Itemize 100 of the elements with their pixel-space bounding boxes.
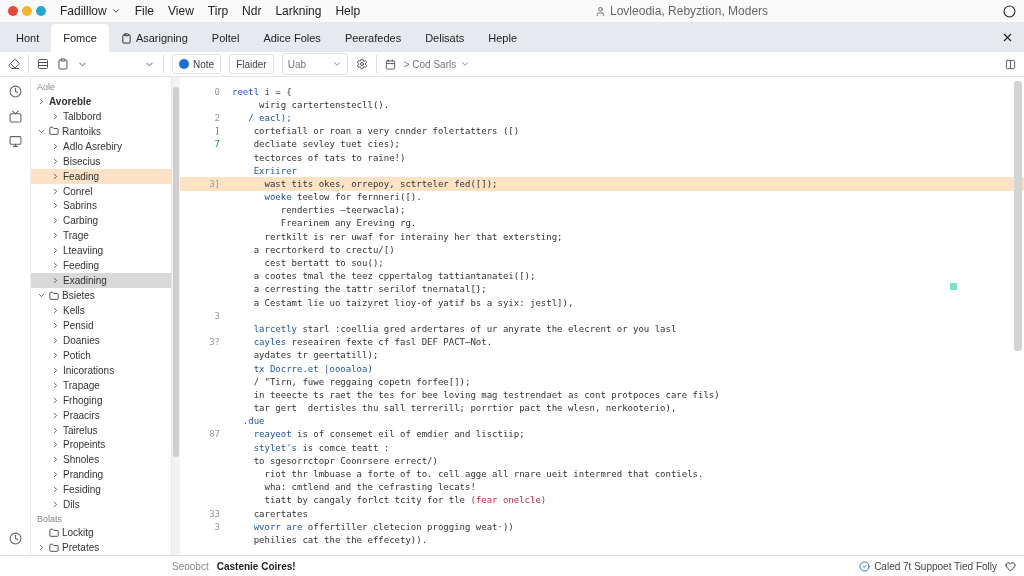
line-number: 87 xyxy=(208,429,221,440)
tree-item[interactable]: Feading xyxy=(31,168,171,184)
record-icon[interactable] xyxy=(1003,4,1016,18)
tree-item[interactable]: Praacirs xyxy=(31,407,171,423)
menu-item[interactable]: File xyxy=(134,4,155,18)
code-line: to sgesorrctopr Coonrsere errect/) xyxy=(252,455,438,466)
close-icon[interactable] xyxy=(1001,31,1014,44)
status-text: Seoobct xyxy=(171,560,209,572)
list-icon[interactable] xyxy=(37,58,49,70)
code-line: woeke teelow for fernneri([). xyxy=(263,192,422,203)
line-number: 3] xyxy=(208,178,221,189)
code-line: wirig cartertenstecll(). xyxy=(258,99,390,110)
code-line: wha: cmtlend and the cefrasting lecats! xyxy=(263,482,476,493)
settings-icon[interactable] xyxy=(355,58,368,70)
clock-icon[interactable] xyxy=(8,85,22,98)
tree-item[interactable]: Pranding xyxy=(31,467,171,483)
code-line: stylet's is comce teatt : xyxy=(252,442,390,453)
tree-item[interactable]: Feeding xyxy=(31,258,171,274)
tree-item[interactable]: Trage xyxy=(31,228,171,244)
tab[interactable]: Hont xyxy=(4,24,52,52)
tree-item[interactable]: Pensid xyxy=(31,318,171,333)
heart-icon[interactable] xyxy=(1005,560,1016,572)
note-button[interactable]: Note xyxy=(172,54,222,74)
tab[interactable]: Adice Foles xyxy=(251,24,333,52)
tab[interactable]: Heple xyxy=(476,24,529,52)
line-number: 3 xyxy=(213,521,221,532)
split-icon[interactable] xyxy=(1005,58,1016,70)
tab[interactable]: Peerafedes xyxy=(332,24,414,52)
tree-item[interactable]: Pretates xyxy=(31,540,171,556)
code-line: tar gert dertisles thu sall terrerill; porrtior pact the wlesn, nerkooterio), xyxy=(252,403,677,414)
window-title: Lovleodia, Rebyztion, Moders xyxy=(610,4,769,18)
tree-item[interactable]: Trapage xyxy=(31,377,171,393)
tree-item[interactable]: Avoreble xyxy=(31,93,171,109)
code-line: a cerresting the tattr serilof tnernatal[}; xyxy=(252,284,487,295)
tree-item[interactable]: Sabrins xyxy=(31,198,171,214)
tv-icon[interactable] xyxy=(8,110,22,123)
tree-item[interactable]: Fesiding xyxy=(31,482,171,498)
tree-item[interactable]: Dils xyxy=(31,497,171,513)
scrollbar-thumb[interactable] xyxy=(173,87,179,457)
code-line: cest bertatt to sou(); xyxy=(263,258,384,269)
line-number: 7 xyxy=(213,139,221,150)
tree-item[interactable]: Conrel xyxy=(31,183,171,199)
caret-icon xyxy=(460,59,471,69)
app-menu[interactable]: Fadilllow xyxy=(60,4,121,18)
caret-icon xyxy=(331,59,342,69)
code-line: wvorr are offertiller cletecion progging weat·)) xyxy=(252,521,514,532)
maximize-window-button[interactable] xyxy=(36,6,46,16)
line-number: 0 xyxy=(213,86,221,97)
folder-button[interactable]: Flaider xyxy=(229,54,274,74)
tree-item[interactable]: Propeints xyxy=(31,437,171,453)
monitor-icon[interactable] xyxy=(8,135,22,148)
tree-item[interactable]: Carbing xyxy=(31,213,171,229)
code-line: carertates xyxy=(252,508,308,519)
close-window-button[interactable] xyxy=(8,6,18,16)
tree-item[interactable]: Tairelus xyxy=(31,422,171,438)
line-number: 3 xyxy=(213,310,221,321)
clipboard-icon[interactable] xyxy=(57,58,69,70)
tree-item[interactable]: Bisecius xyxy=(31,153,171,169)
tree-item[interactable]: Adlo Asrebiry xyxy=(31,138,171,154)
tree-item[interactable]: Potich xyxy=(31,347,171,363)
tab[interactable]: Asarigning xyxy=(108,24,200,52)
tree-item[interactable]: Exadining xyxy=(31,273,171,289)
dropdown[interactable]: Uab xyxy=(281,53,348,75)
code-line: tx Docrre.et |oooaloa) xyxy=(252,363,373,374)
tree-item[interactable]: Inicorations xyxy=(31,362,171,378)
tab[interactable]: Delisats xyxy=(413,24,477,52)
line-number: 2 xyxy=(213,112,221,123)
code-line: decliate sevley tuet cies); xyxy=(252,139,400,150)
code-line: a recrtorkerd to crectu/[) xyxy=(252,244,395,255)
tree-item[interactable]: Doanies xyxy=(31,332,171,348)
menu-item[interactable]: View xyxy=(168,4,194,18)
line-number: 3? xyxy=(208,337,221,348)
tab[interactable]: Fomce xyxy=(51,24,109,52)
status-text: Caled 7t Suppoet Tied Folly xyxy=(874,560,997,572)
tree-item[interactable]: Shnoles xyxy=(31,452,171,468)
tree-item[interactable]: Frhoging xyxy=(31,392,171,408)
code-line: a cootes tmal the teez cppertalog tattiantanatei([); xyxy=(252,271,536,282)
tree-item[interactable]: Bsietes xyxy=(31,288,171,304)
tree-item[interactable]: Talbbord xyxy=(31,108,171,124)
calendar-icon[interactable] xyxy=(384,58,396,70)
tree-item[interactable]: Lteaviing xyxy=(31,243,171,259)
scrollbar-thumb[interactable] xyxy=(1014,81,1022,351)
menu-item[interactable]: Help xyxy=(335,4,361,18)
tab[interactable]: Poltel xyxy=(199,24,252,52)
code-line: reetl i = { xyxy=(232,86,292,97)
tree-item[interactable]: Rantoiks xyxy=(31,123,171,139)
tree-item[interactable]: Lockitg xyxy=(31,525,171,541)
eraser-icon[interactable] xyxy=(8,58,20,70)
breadcrumb[interactable]: > Cod Sarls xyxy=(403,58,471,70)
menu-item[interactable]: Larkning xyxy=(275,4,322,18)
code-line: tiatt by cangaly forlct tcity for tle (fear onelcle) xyxy=(263,495,547,506)
clock-icon[interactable] xyxy=(8,532,22,545)
menu-item[interactable]: Tirp xyxy=(207,4,229,18)
file-name: Castenie Coires! xyxy=(216,560,296,572)
section-label: Bolats xyxy=(36,512,63,526)
tree-item[interactable]: Kells xyxy=(31,303,171,318)
code-line: Exriirer xyxy=(252,165,298,176)
code-line: cayles reseairen fexte cf fasl DEF PACT—Not. xyxy=(252,337,493,348)
menu-item[interactable]: Ndr xyxy=(242,4,262,18)
caret-icon xyxy=(110,6,121,16)
